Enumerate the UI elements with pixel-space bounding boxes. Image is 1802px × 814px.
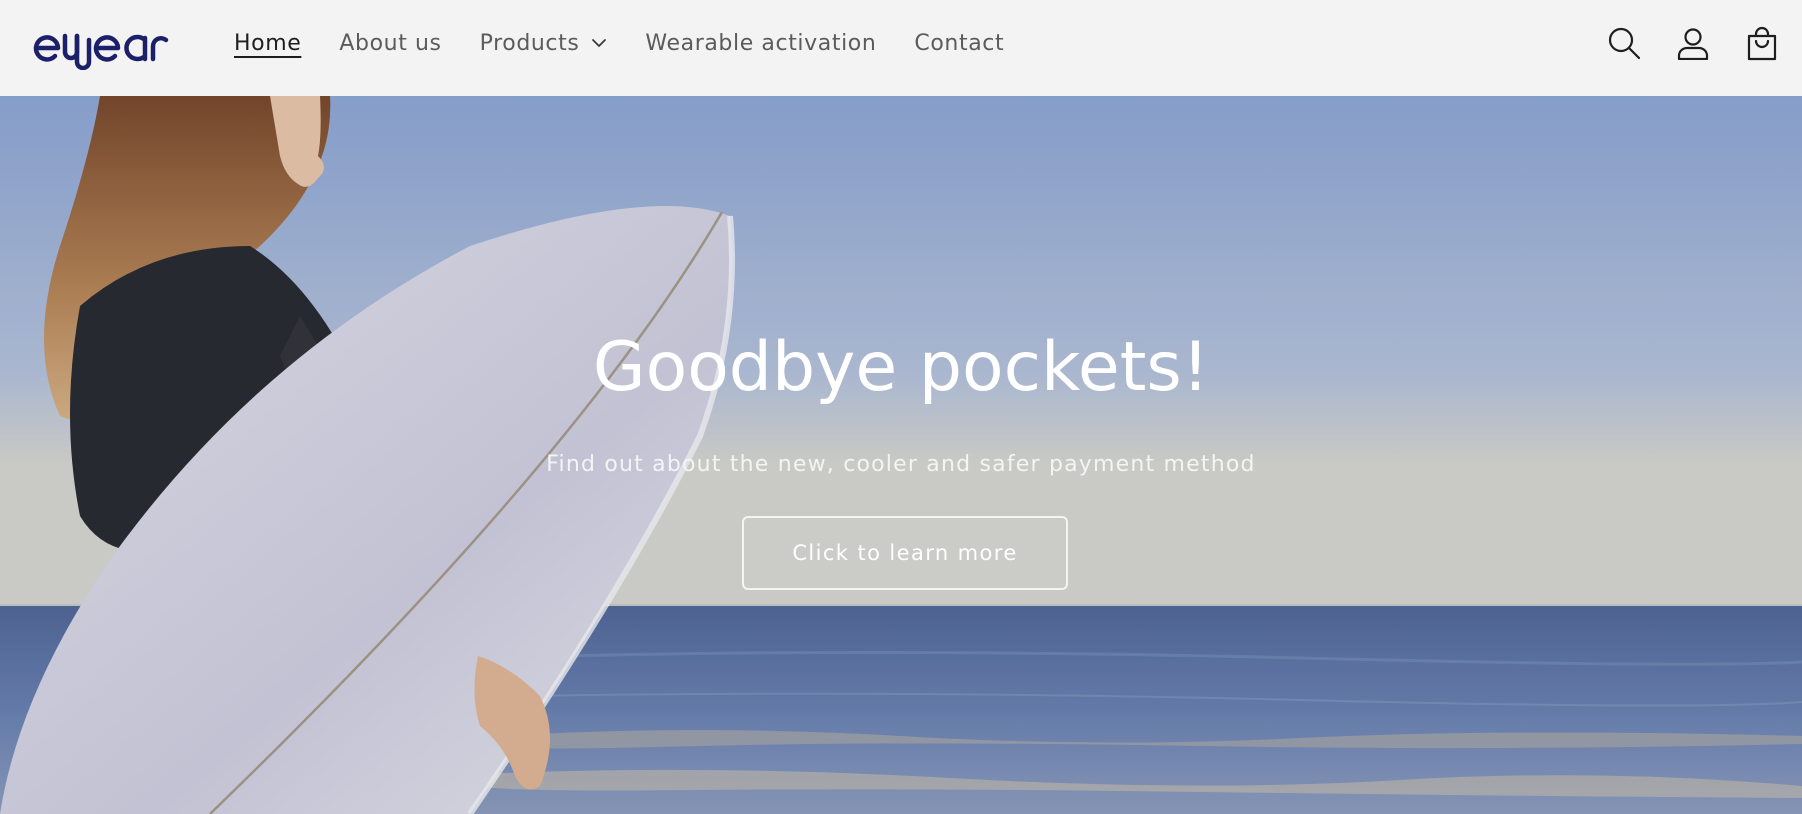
main-nav: Home About us Products Wearable activati… [234, 0, 1042, 86]
chevron-down-icon [592, 39, 607, 48]
account-icon [1677, 28, 1709, 60]
hero-subtitle: Find out about the new, cooler and safer… [546, 452, 1256, 477]
nav-products-label: Products [479, 30, 580, 56]
cart-icon [1747, 26, 1777, 61]
account-button[interactable] [1671, 21, 1715, 65]
nav-products[interactable]: Products [480, 31, 608, 56]
site-header: Home About us Products Wearable activati… [0, 0, 1802, 96]
nav-about-us[interactable]: About us [339, 31, 441, 56]
hero-banner: Goodbye pockets! Find out about the new,… [0, 96, 1802, 814]
nav-wearable-activation[interactable]: Wearable activation [645, 31, 876, 56]
header-icons [1602, 0, 1802, 86]
nav-home[interactable]: Home [234, 31, 301, 56]
search-icon [1608, 27, 1641, 60]
hero-title: Goodbye pockets! [592, 328, 1210, 407]
learn-more-button[interactable]: Click to learn more [742, 516, 1068, 590]
nav-contact[interactable]: Contact [914, 31, 1004, 56]
cart-button[interactable] [1740, 21, 1784, 65]
search-button[interactable] [1602, 21, 1646, 65]
logo-mark [33, 33, 169, 71]
hero-content: Goodbye pockets! Find out about the new,… [0, 96, 1802, 814]
brand-logo[interactable] [32, 18, 174, 71]
